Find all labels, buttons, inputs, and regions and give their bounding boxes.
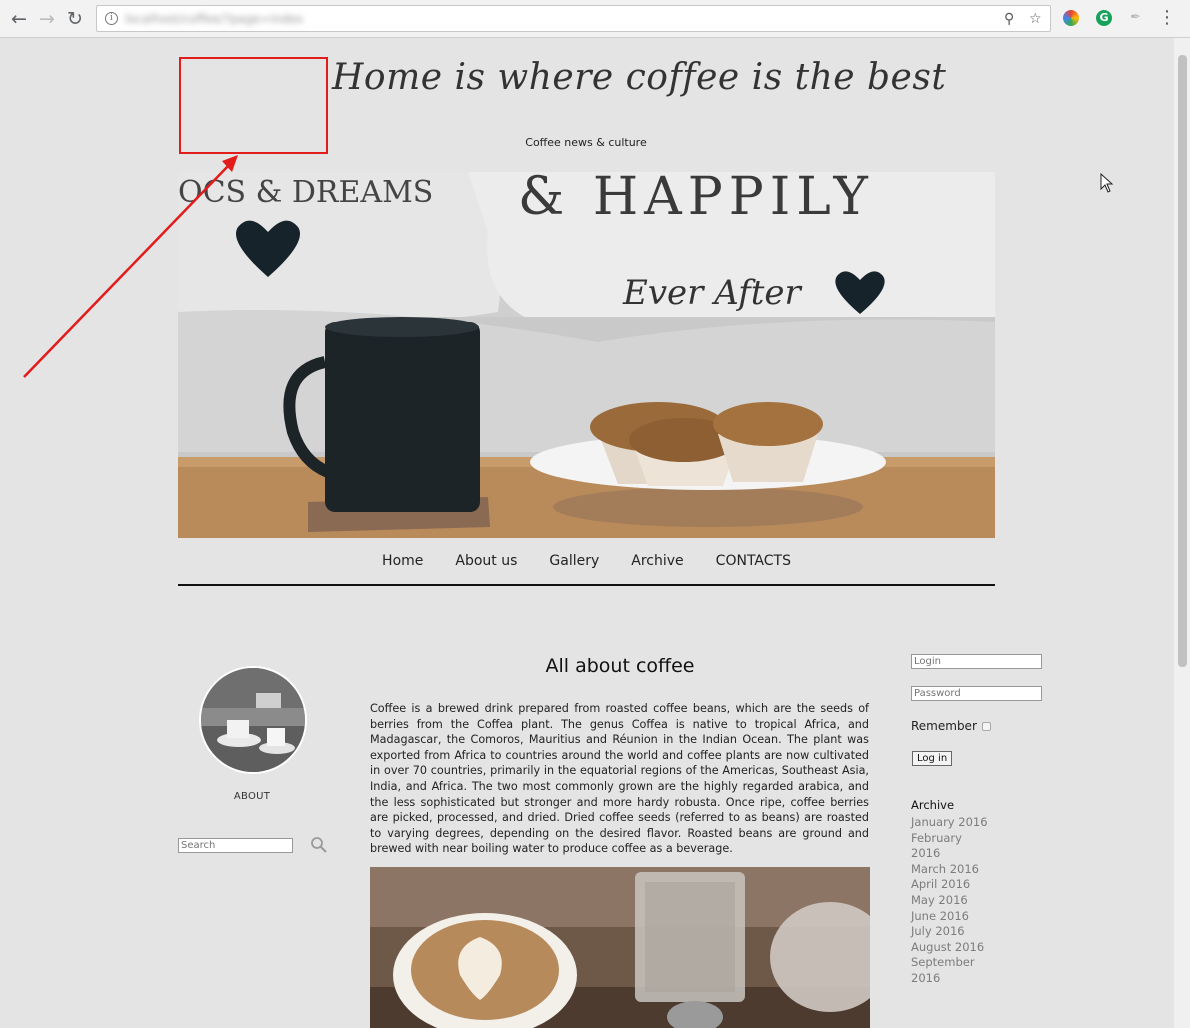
reload-icon[interactable]: ↻	[64, 8, 86, 30]
site-subtitle: Coffee news & culture	[525, 136, 647, 149]
archive-list: January 2016 February 2016 March 2016 Ap…	[911, 815, 991, 987]
grammarly-icon[interactable]: G	[1096, 10, 1112, 26]
login-button[interactable]: Log in	[912, 751, 953, 766]
zoom-icon[interactable]: ⚲	[1004, 11, 1014, 27]
article-image	[370, 867, 870, 1028]
article-body: Coffee is a brewed drink prepared from r…	[370, 702, 869, 856]
remember-label: Remember	[911, 719, 977, 733]
about-label[interactable]: ABOUT	[210, 791, 294, 802]
remember-checkbox[interactable]	[981, 722, 991, 731]
page-content: Home is where coffee is the best Coffee …	[0, 39, 1173, 1028]
scrollbar-thumb[interactable]	[1178, 55, 1187, 667]
nav-home[interactable]: Home	[382, 553, 423, 569]
annotation-arrow	[23, 155, 238, 378]
mouse-cursor-icon	[1100, 173, 1114, 193]
address-bar[interactable]: i localhost/coffee/?page=index ⚲ ☆	[96, 5, 1051, 32]
archive-link-september-2016[interactable]: September 2016	[911, 955, 991, 986]
archive-link-august-2016[interactable]: August 2016	[911, 940, 991, 956]
archive-link-july-2016[interactable]: July 2016	[911, 924, 991, 940]
info-icon[interactable]: i	[105, 12, 118, 25]
scrollbar[interactable]	[1173, 38, 1190, 1028]
login-input[interactable]	[911, 654, 1042, 669]
forward-arrow-icon[interactable]: →	[36, 8, 58, 30]
nav-archive[interactable]: Archive	[631, 553, 683, 569]
archive-link-may-2016[interactable]: May 2016	[911, 893, 991, 909]
archive-link-january-2016[interactable]: January 2016	[911, 815, 991, 831]
search-icon[interactable]	[310, 836, 328, 854]
main-navigation: Home About us Gallery Archive CONTACTS	[178, 549, 995, 586]
menu-icon[interactable]: ⋮	[1158, 7, 1176, 29]
nav-about-us[interactable]: About us	[455, 553, 517, 569]
hero-text-happily: & HAPPILY	[518, 172, 874, 227]
hero-text-ever-after: Ever After	[622, 273, 803, 313]
nav-contacts[interactable]: CONTACTS	[716, 553, 791, 569]
article-title: All about coffee	[545, 655, 695, 677]
password-input[interactable]	[911, 686, 1042, 701]
archive-link-february-2016[interactable]: February 2016	[911, 831, 991, 862]
archive-heading: Archive	[911, 798, 955, 812]
extension-color-icon[interactable]	[1063, 10, 1079, 26]
back-arrow-icon[interactable]: ←	[8, 8, 30, 30]
nav-gallery[interactable]: Gallery	[549, 553, 599, 569]
site-title: Home is where coffee is the best	[332, 57, 947, 98]
browser-toolbar: ← → ↻ i localhost/coffee/?page=index ⚲ ☆…	[0, 0, 1190, 38]
about-avatar[interactable]	[199, 666, 307, 774]
search-input[interactable]	[178, 838, 293, 853]
archive-link-april-2016[interactable]: April 2016	[911, 877, 991, 893]
pin-icon[interactable]: ✒	[1130, 10, 1146, 26]
remember-row: Remember	[911, 719, 991, 733]
url-text: localhost/coffee/?page=index	[125, 12, 304, 26]
archive-link-june-2016[interactable]: June 2016	[911, 909, 991, 925]
archive-link-march-2016[interactable]: March 2016	[911, 862, 991, 878]
star-icon[interactable]: ☆	[1029, 11, 1042, 27]
